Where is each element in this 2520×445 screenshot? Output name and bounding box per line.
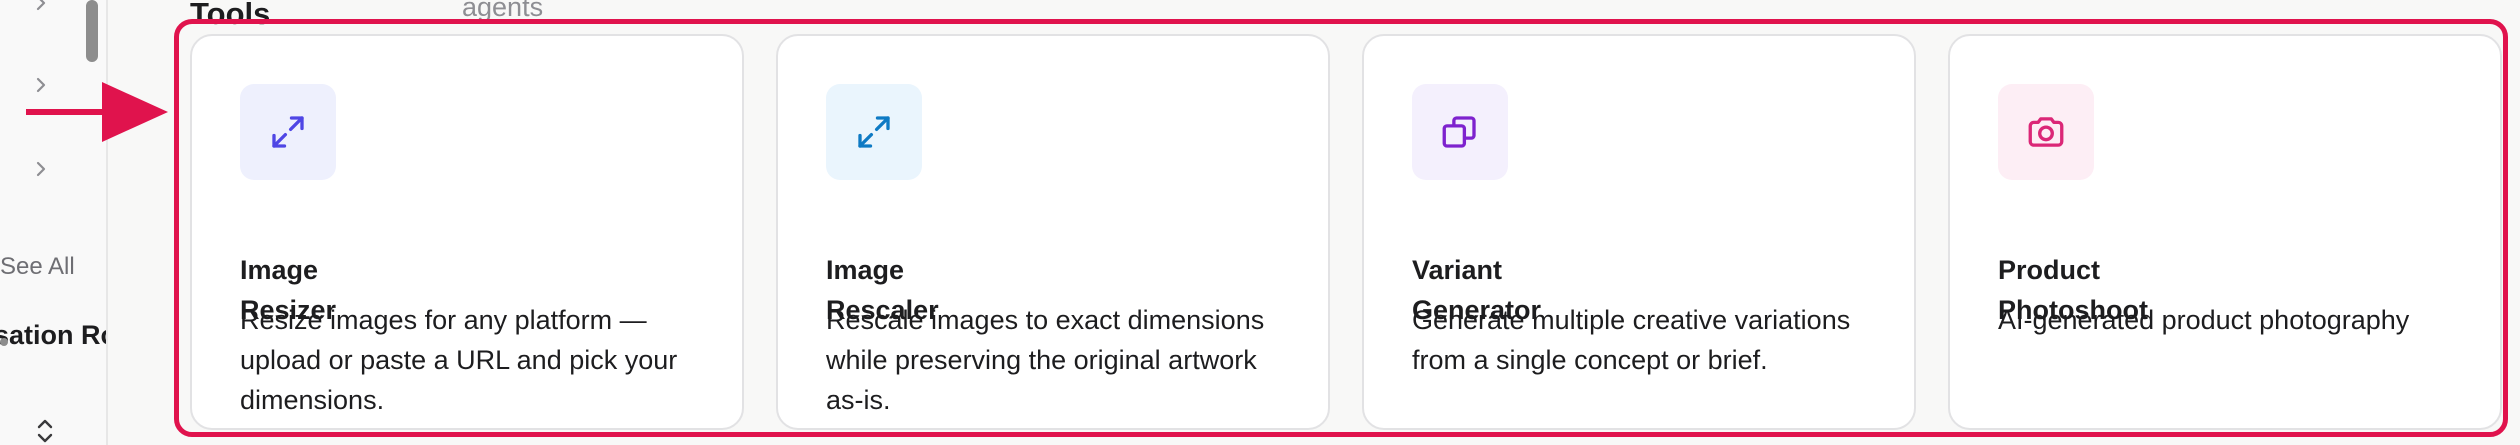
chevron-right-icon[interactable] xyxy=(32,160,50,178)
annotation-arrow-icon xyxy=(26,82,168,142)
sidebar-section-label: sation Ro xyxy=(0,320,106,350)
see-all-link[interactable]: See All xyxy=(0,253,75,281)
sidebar-scroll-indicator xyxy=(0,338,8,346)
sidebar-scrollbar[interactable] xyxy=(86,0,98,62)
sidebar: See All sation Ro xyxy=(0,0,108,445)
annotation-highlight-frame xyxy=(174,19,2508,437)
chevron-right-icon[interactable] xyxy=(32,0,50,12)
chevron-up-down-icon[interactable] xyxy=(34,418,56,444)
